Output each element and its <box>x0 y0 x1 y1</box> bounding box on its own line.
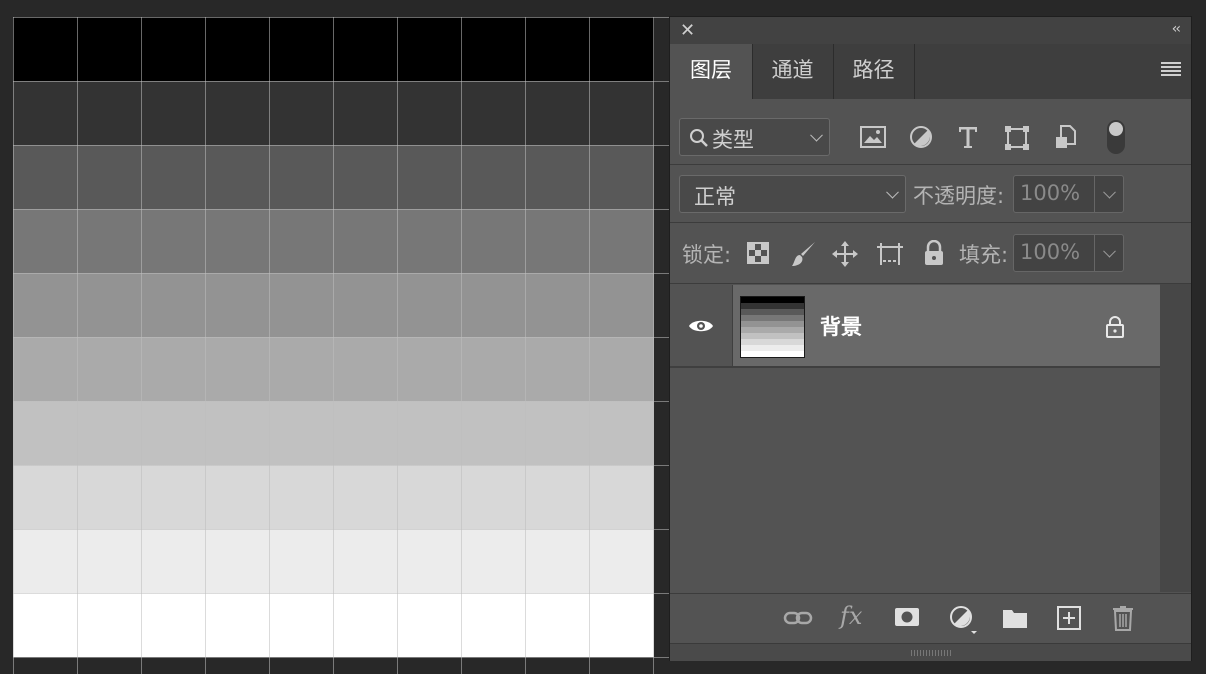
blend-mode-dropdown[interactable]: 正常 <box>679 175 906 213</box>
layer-filter-row: 类型 <box>670 100 1191 165</box>
image-filter-icon[interactable] <box>860 126 886 148</box>
smart-object-filter-icon[interactable] <box>1055 124 1077 150</box>
canvas-band <box>13 529 654 593</box>
adjustment-filter-icon[interactable] <box>909 125 933 149</box>
brush-icon[interactable] <box>791 240 817 268</box>
close-icon[interactable]: ✕ <box>680 20 695 42</box>
move-icon[interactable] <box>831 240 859 268</box>
filter-kind-dropdown[interactable]: 类型 <box>679 118 830 156</box>
checkerboard-icon[interactable] <box>747 242 769 264</box>
panel-resize-handle[interactable] <box>670 643 1191 661</box>
lock-row: 锁定: 填充: 100% <box>670 223 1191 284</box>
folder-icon[interactable] <box>1002 607 1028 629</box>
canvas-band <box>13 401 654 465</box>
new-layer-icon[interactable] <box>1057 606 1081 630</box>
canvas-band <box>13 465 654 529</box>
layers-panel: ✕ ‹‹ 图层 通道 路径 类型 正常 不透明度: 100% 锁定: 填充: 1… <box>670 17 1191 661</box>
layer-lock-icon <box>1106 316 1124 338</box>
panel-title-bar: ✕ ‹‹ <box>670 17 1191 44</box>
filter-kind-label: 类型 <box>712 128 754 152</box>
canvas-band <box>13 81 654 145</box>
mask-icon[interactable] <box>894 606 920 628</box>
tab-paths[interactable]: 路径 <box>833 44 915 99</box>
canvas-band <box>13 17 654 81</box>
opacity-value: 100% <box>1020 181 1081 205</box>
layers-bottom-toolbar: fx <box>670 593 1191 643</box>
canvas-band <box>13 209 654 273</box>
tab-channels[interactable]: 通道 <box>752 44 834 99</box>
layer-name[interactable]: 背景 <box>820 311 862 341</box>
adjustment-layer-icon[interactable] <box>949 605 979 635</box>
fx-icon[interactable]: fx <box>840 602 862 630</box>
blend-mode-value: 正常 <box>694 185 736 209</box>
chevron-down-icon <box>1103 244 1116 258</box>
opacity-label: 不透明度: <box>913 184 1005 208</box>
padlock-icon[interactable] <box>923 240 945 266</box>
chevron-down-icon <box>1103 185 1116 199</box>
type-filter-icon[interactable] <box>957 125 979 149</box>
fill-value: 100% <box>1020 240 1081 264</box>
grip-icon[interactable] <box>911 650 951 656</box>
visibility-toggle[interactable] <box>670 285 733 366</box>
layer-row[interactable]: 背景 <box>670 285 1160 368</box>
opacity-field[interactable]: 100% <box>1013 175 1124 213</box>
fill-label: 填充: <box>959 243 1009 267</box>
shape-filter-icon[interactable] <box>1004 125 1030 151</box>
canvas-band <box>13 273 654 337</box>
layer-thumbnail <box>740 296 805 358</box>
fill-field[interactable]: 100% <box>1013 234 1124 272</box>
canvas-band <box>13 593 654 657</box>
layers-list: 背景 <box>670 284 1191 592</box>
filter-toggle-icon[interactable] <box>1107 120 1125 154</box>
canvas-band <box>13 337 654 401</box>
canvas-band <box>13 145 654 209</box>
chevron-down-icon <box>886 185 899 199</box>
document-canvas[interactable] <box>13 17 654 658</box>
hamburger-menu-icon[interactable] <box>1161 62 1181 76</box>
eye-icon[interactable] <box>688 317 714 335</box>
link-icon[interactable] <box>783 608 813 628</box>
search-icon <box>690 129 708 147</box>
artboard-icon[interactable] <box>875 241 905 267</box>
thumbnail-band <box>741 351 804 357</box>
panel-tabs: 图层 通道 路径 <box>670 44 1191 99</box>
chevron-down-icon <box>810 128 823 142</box>
layers-scrollbar[interactable] <box>1160 284 1191 592</box>
trash-icon[interactable] <box>1112 605 1134 631</box>
double-chevron-left-icon[interactable]: ‹‹ <box>1172 21 1181 37</box>
blend-row: 正常 不透明度: 100% <box>670 165 1191 223</box>
lock-label: 锁定: <box>682 243 732 267</box>
tab-layers[interactable]: 图层 <box>670 44 753 99</box>
